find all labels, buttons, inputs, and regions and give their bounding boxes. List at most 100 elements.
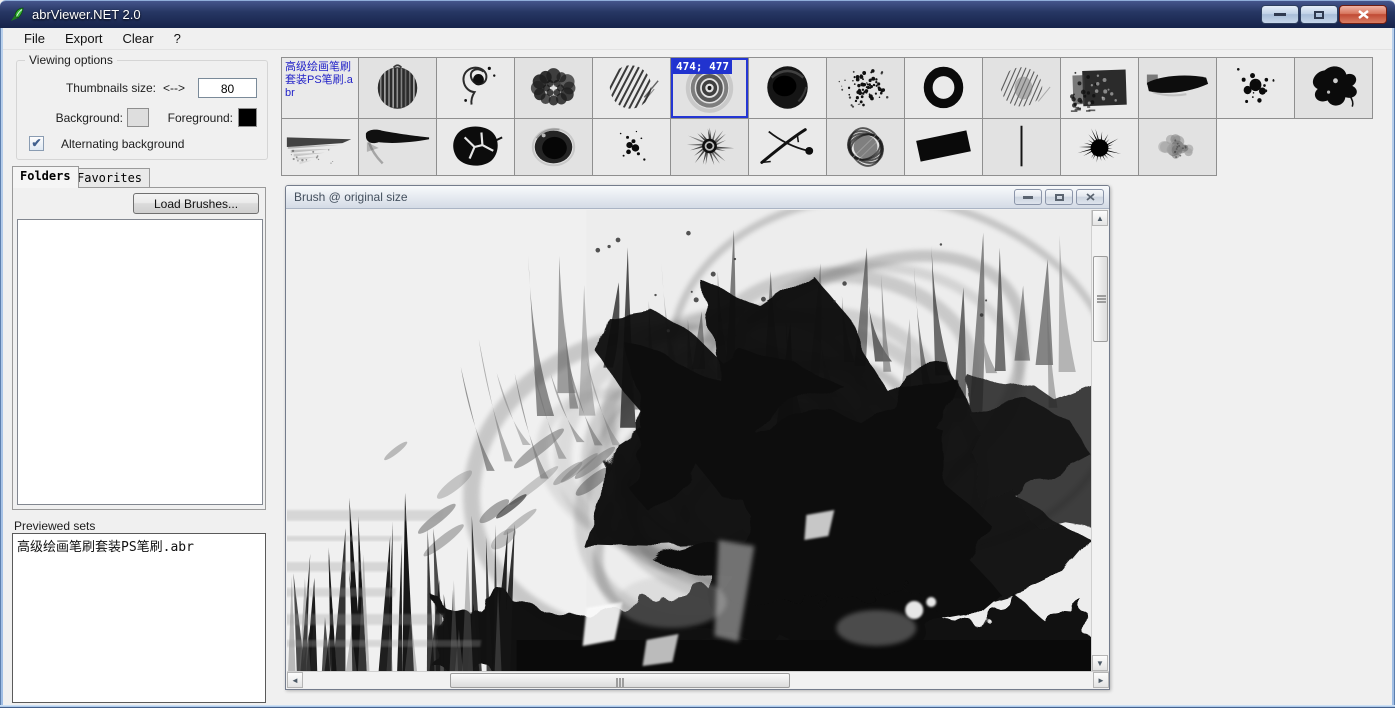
brush-thumbnail-splat-dots[interactable] bbox=[1217, 57, 1295, 119]
background-label: Background: bbox=[55, 111, 123, 125]
titlebar[interactable]: abrViewer.NET 2.0 bbox=[0, 0, 1395, 28]
brush-glossy-ball-image bbox=[767, 66, 808, 109]
brush-thumbnail-grunge-block[interactable] bbox=[1061, 57, 1139, 119]
preview-restore-button[interactable] bbox=[1045, 189, 1073, 205]
menu-file[interactable]: File bbox=[14, 29, 55, 49]
horizontal-scroll-thumb[interactable] bbox=[450, 673, 790, 688]
viewing-options-label: Viewing options bbox=[25, 53, 117, 67]
menu-help[interactable]: ? bbox=[164, 29, 191, 49]
brush-dot-cluster-image bbox=[619, 130, 646, 161]
brush-thumbnail-concentric-rings[interactable]: 474; 477 bbox=[671, 57, 749, 119]
vertical-scroll-thumb[interactable] bbox=[1093, 256, 1108, 342]
brush-grunge-block-image bbox=[1070, 69, 1127, 112]
brush-thumbnail-fuzzy-rosette[interactable] bbox=[515, 57, 593, 119]
brush-thumbnail-vertical-line[interactable] bbox=[983, 119, 1061, 176]
brush-grid-row1: 高级绘画笔刷套装PS笔刷.abr 474; 477 bbox=[281, 57, 1373, 119]
tab-folders[interactable]: Folders bbox=[12, 166, 79, 188]
brush-grid-row2 bbox=[281, 119, 1373, 176]
preview-window-title: Brush @ original size bbox=[294, 190, 408, 204]
brush-ink-splat-image bbox=[1312, 66, 1357, 107]
previewed-sets-list[interactable]: 高级绘画笔刷套装PS笔刷.abr bbox=[12, 533, 266, 703]
brush-thumbnail-swirl-dots[interactable] bbox=[437, 57, 515, 119]
restore-icon bbox=[1054, 193, 1064, 201]
foreground-color-swatch[interactable] bbox=[238, 108, 257, 127]
main-window: abrViewer.NET 2.0 File Export Clear ? Vi… bbox=[0, 0, 1395, 708]
folders-tab-page: Load Brushes... bbox=[12, 187, 266, 510]
brush-streaked-sphere-image bbox=[377, 64, 418, 109]
close-button[interactable] bbox=[1339, 5, 1387, 24]
brush-thumbnail-thick-ring[interactable] bbox=[905, 57, 983, 119]
brush-thumbnail-fade-smear[interactable] bbox=[281, 119, 359, 176]
menu-clear[interactable]: Clear bbox=[113, 29, 164, 49]
close-icon bbox=[1085, 193, 1095, 201]
brush-swirl-dots-image bbox=[462, 66, 496, 105]
window-title: abrViewer.NET 2.0 bbox=[32, 7, 141, 22]
folder-list[interactable] bbox=[17, 219, 263, 505]
previewed-set-item[interactable]: 高级绘画笔刷套装PS笔刷.abr bbox=[13, 534, 265, 557]
brush-cracked-rock-image bbox=[453, 126, 503, 166]
brush-black-rect-image bbox=[916, 130, 971, 162]
thumbnails-size-input[interactable]: 80 bbox=[198, 78, 257, 98]
client-area: Viewing options Thumbnails size: <--> 80… bbox=[3, 50, 1392, 705]
minimize-icon bbox=[1023, 195, 1033, 199]
brush-scribble-ball-image bbox=[847, 127, 884, 167]
brush-thumbnail-twigs[interactable] bbox=[749, 119, 827, 176]
preview-minimize-button[interactable] bbox=[1014, 189, 1042, 205]
brush-thumbnail-starburst[interactable] bbox=[671, 119, 749, 176]
brush-thumbnail-hatch-ball[interactable] bbox=[593, 57, 671, 119]
brush-thumbnail-glossy-ball[interactable] bbox=[749, 57, 827, 119]
minimize-button[interactable] bbox=[1261, 5, 1299, 24]
brush-thumbnail-dark-iris[interactable] bbox=[515, 119, 593, 176]
load-brushes-button[interactable]: Load Brushes... bbox=[133, 193, 259, 214]
brush-thumbnail-black-rect[interactable] bbox=[905, 119, 983, 176]
scroll-left-button[interactable]: ◄ bbox=[287, 672, 303, 688]
preview-close-button[interactable] bbox=[1076, 189, 1104, 205]
scroll-right-button[interactable]: ► bbox=[1093, 672, 1109, 688]
minimize-icon bbox=[1274, 13, 1286, 16]
brush-speckle-blob-image bbox=[838, 69, 889, 108]
brush-thumbnail-spiky-tuft[interactable] bbox=[1061, 119, 1139, 176]
alternating-background-checkbox[interactable]: ✔ bbox=[29, 136, 44, 151]
brush-vertical-line-image bbox=[1020, 125, 1023, 167]
size-arrows-icon: <--> bbox=[163, 81, 186, 95]
brush-set-name-cell: 高级绘画笔刷套装PS笔刷.abr bbox=[281, 57, 359, 119]
brush-thumbnail-speckle-blob[interactable] bbox=[827, 57, 905, 119]
viewing-options-group: Viewing options Thumbnails size: <--> 80… bbox=[16, 53, 268, 160]
brush-thumbnail-mottled-blob[interactable] bbox=[1139, 119, 1217, 176]
brush-thumbnail-grid: 高级绘画笔刷套装PS笔刷.abr 474; 477 bbox=[281, 57, 1373, 176]
maximize-button[interactable] bbox=[1300, 5, 1338, 24]
preview-horizontal-scrollbar[interactable]: ◄ ► bbox=[287, 671, 1109, 688]
scroll-up-button[interactable]: ▲ bbox=[1092, 210, 1108, 226]
tab-favorites[interactable]: Favorites bbox=[69, 168, 151, 188]
brush-twigs-image bbox=[760, 128, 814, 164]
brush-thumbnail-scribble-ball[interactable] bbox=[827, 119, 905, 176]
brush-thumbnail-dark-wedge[interactable] bbox=[1139, 57, 1217, 119]
brush-taper-stroke-image bbox=[365, 129, 430, 165]
brush-thumbnail-fingerprint-oval[interactable] bbox=[983, 57, 1061, 119]
scroll-down-button[interactable]: ▼ bbox=[1092, 655, 1108, 671]
brush-thumbnail-ink-splat[interactable] bbox=[1295, 57, 1373, 119]
brush-thumbnail-cracked-rock[interactable] bbox=[437, 119, 515, 176]
brush-set-name: 高级绘画笔刷套装PS笔刷.abr bbox=[285, 61, 353, 99]
brush-thumbnail-streaked-sphere[interactable] bbox=[359, 57, 437, 119]
alternating-background-label: Alternating background bbox=[61, 137, 185, 151]
menu-export[interactable]: Export bbox=[55, 29, 113, 49]
brush-mottled-blob-image bbox=[1158, 134, 1194, 159]
brush-thumbnail-dot-cluster[interactable] bbox=[593, 119, 671, 176]
brush-preview-image bbox=[287, 210, 1091, 671]
brush-hatch-ball-image bbox=[609, 65, 659, 109]
maximize-icon bbox=[1314, 10, 1324, 19]
previewed-sets-label: Previewed sets bbox=[14, 519, 96, 533]
menu-bar: File Export Clear ? bbox=[3, 28, 1392, 50]
preview-vertical-scrollbar[interactable]: ▲ ▼ bbox=[1091, 210, 1108, 671]
brush-starburst-image bbox=[686, 127, 735, 166]
brush-thumbnail-taper-stroke[interactable] bbox=[359, 119, 437, 176]
background-color-swatch[interactable] bbox=[127, 108, 149, 127]
brush-fade-smear-image bbox=[286, 137, 352, 165]
preview-window-titlebar[interactable]: Brush @ original size bbox=[286, 186, 1109, 209]
selected-brush-size-label: 474; 477 bbox=[673, 60, 732, 74]
brush-dark-wedge-image bbox=[1146, 74, 1209, 97]
brush-thick-ring-image bbox=[923, 66, 964, 109]
brush-fuzzy-rosette-image bbox=[530, 68, 576, 106]
thumbnails-size-label: Thumbnails size: bbox=[65, 81, 156, 95]
